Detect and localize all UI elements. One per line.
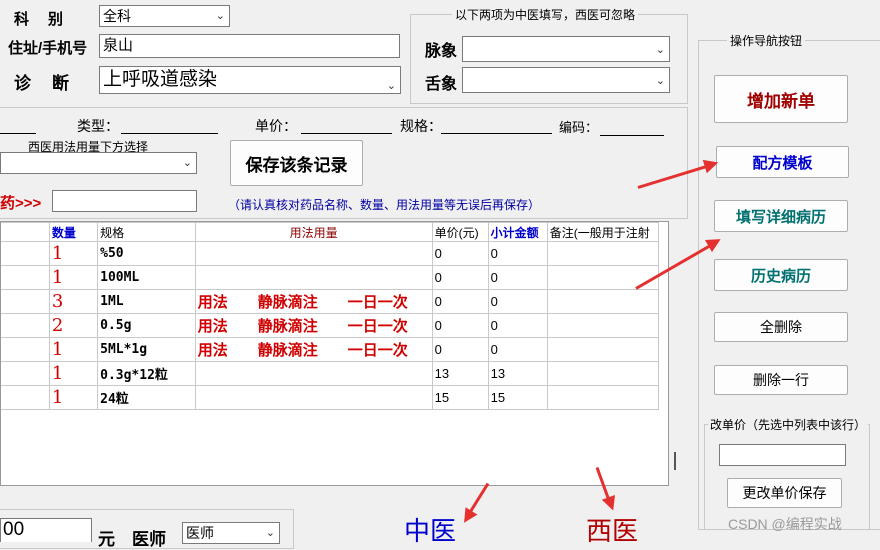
doctor-select[interactable]: 医师 ⌄ — [182, 522, 280, 544]
history-button[interactable]: 历史病历 — [714, 259, 848, 291]
watermark: CSDN @编程实战 — [728, 516, 842, 532]
type-label: 类型： — [77, 118, 119, 134]
tongue-label: 舌象 — [425, 76, 458, 93]
fill-record-button[interactable]: 填写详细病历 — [714, 200, 848, 232]
usage-select[interactable]: ⌄ — [0, 152, 197, 174]
chevron-down-icon: ⌄ — [655, 75, 665, 87]
table-row[interactable]: 2 0.5g 用法 静脉滴注 一日一次 0 0 — [1, 313, 660, 338]
table-row[interactable]: 1 5ML*1g 用法 静脉滴注 一日一次 0 0 — [1, 337, 660, 362]
save-price-button[interactable]: 更改单价保存 — [727, 478, 842, 508]
price-field[interactable] — [301, 116, 392, 134]
chevron-down-icon: ⌄ — [655, 44, 665, 56]
pulse-label: 脉象 — [425, 43, 458, 60]
drug-name-field[interactable] — [0, 116, 36, 134]
col-qty: 数量 — [48, 222, 99, 242]
col-usage: 用法用量 — [194, 222, 433, 242]
col-subtotal: 小计金额 — [487, 222, 548, 242]
prescription-grid[interactable]: 数量 规格 用法用量 单价(元) 小计金额 备注(一般用于注射 1 %50 0 0 1… — [0, 221, 669, 486]
save-record-button[interactable]: 保存该条记录 — [230, 140, 363, 186]
col-spec: 规格 — [97, 222, 196, 242]
price-change-input[interactable] — [719, 444, 846, 466]
diagnosis-select[interactable]: 上呼吸道感染 ⌄ — [99, 66, 401, 94]
col-price: 单价(元) — [431, 222, 489, 242]
table-header-row: 数量 规格 用法用量 单价(元) 小计金额 备注(一般用于注射 — [1, 222, 660, 242]
yuan-label: 元 — [98, 530, 115, 549]
scrollbar-handle[interactable] — [674, 452, 676, 470]
chevron-down-icon: ⌄ — [182, 157, 192, 169]
address-input[interactable]: 泉山 — [99, 34, 400, 58]
type-field[interactable] — [121, 116, 218, 134]
address-label: 住址/手机号 — [8, 40, 88, 57]
tcm-link[interactable]: 中医 — [404, 511, 456, 548]
delete-row-button[interactable]: 删除一行 — [714, 365, 848, 395]
drug-prompt: 药>>> — [0, 195, 42, 212]
table-row[interactable]: 1 100ML 0 0 — [1, 265, 660, 290]
dept-select[interactable]: 全科 ⌄ — [99, 5, 230, 27]
price-group-title: 改单价（先选中列表中该行） — [708, 416, 869, 433]
doctor-label: 医师 — [132, 530, 166, 549]
table-row[interactable]: 3 1ML 用法 静脉滴注 一日一次 0 0 — [1, 289, 660, 314]
table-row[interactable]: 1 0.3g*12粒 13 13 — [1, 361, 660, 386]
arrow-icon — [464, 482, 490, 520]
diagnosis-value: 上呼吸道感染 — [103, 69, 218, 90]
code-field[interactable] — [600, 116, 664, 136]
spec-label: 规格： — [400, 118, 442, 134]
tongue-select[interactable]: ⌄ — [462, 67, 670, 93]
chevron-down-icon: ⌄ — [386, 80, 396, 92]
verify-note: （请认真核对药品名称、数量、用法用量等无误后再保存） — [228, 198, 541, 212]
table-row[interactable]: 1 24粒 15 15 — [1, 385, 660, 410]
tcm-note: 以下两项为中医填写，西医可忽略 — [452, 6, 639, 23]
template-button[interactable]: 配方模板 — [716, 146, 849, 178]
pulse-select[interactable]: ⌄ — [462, 36, 670, 62]
drug-search-input[interactable] — [52, 190, 197, 212]
code-label: 编码： — [559, 120, 599, 135]
total-input[interactable]: 00 — [0, 518, 92, 542]
col-remark: 备注(一般用于注射 — [546, 222, 660, 242]
doctor-value: 医师 — [186, 525, 214, 541]
add-new-button[interactable]: 增加新单 — [714, 75, 848, 123]
spec-field[interactable] — [441, 116, 552, 134]
dept-label: 科 别 — [14, 11, 66, 28]
diagnosis-label: 诊 断 — [14, 74, 71, 93]
dept-value: 全科 — [103, 8, 131, 24]
price-label: 单价： — [255, 118, 297, 134]
chevron-down-icon: ⌄ — [215, 10, 225, 22]
chevron-down-icon: ⌄ — [265, 527, 275, 539]
wm-link[interactable]: 西医 — [586, 511, 638, 548]
nav-title: 操作导航按钮 — [727, 32, 806, 49]
delete-all-button[interactable]: 全删除 — [714, 312, 848, 342]
table-row[interactable]: 1 %50 0 0 — [1, 241, 660, 266]
